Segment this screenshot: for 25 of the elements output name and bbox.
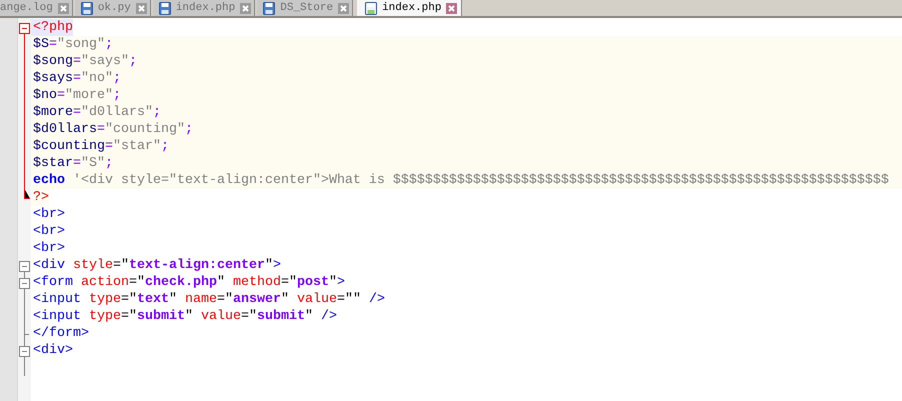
file-tab[interactable]: index.php	[357, 0, 462, 16]
code-line: <br>	[32, 206, 66, 223]
collapse-box-icon[interactable]	[18, 274, 31, 291]
code-line: <div>	[32, 342, 74, 359]
file-tab[interactable]: DS_Store	[257, 0, 354, 16]
close-icon[interactable]	[136, 2, 147, 14]
file-tab[interactable]: ok.py	[74, 0, 151, 16]
file-icon	[80, 2, 93, 14]
code-line: <input type="text" name="answer" value="" />	[32, 291, 386, 308]
file-icon	[365, 2, 378, 14]
file-icon	[263, 2, 276, 14]
collapse-box-icon[interactable]	[18, 342, 31, 359]
file-tab[interactable]: ange.log	[0, 0, 73, 16]
code-line: <br>	[32, 223, 66, 240]
close-icon[interactable]	[446, 2, 458, 14]
close-icon[interactable]	[58, 2, 69, 14]
file-tab[interactable]: index.php	[152, 0, 256, 16]
close-icon[interactable]	[240, 2, 252, 14]
code-line: </form>	[32, 325, 90, 342]
code-line: <input type="submit" value="submit" />	[32, 308, 338, 325]
code-line: <form action="check.php" method="post">	[32, 274, 346, 291]
code-line: <br>	[32, 240, 66, 257]
file-icon	[158, 2, 171, 14]
close-icon[interactable]	[338, 2, 350, 14]
code-line: <div style="text-align:center">	[32, 257, 282, 274]
